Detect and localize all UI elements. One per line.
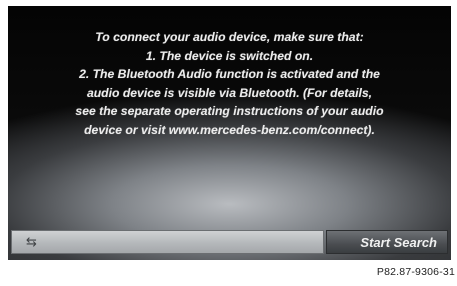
bottom-button-bar: ⇆ Start Search: [8, 230, 451, 254]
back-arrow-icon: ⇆: [26, 234, 37, 250]
instruction-line: 2. The Bluetooth Audio function is activ…: [79, 67, 380, 82]
instruction-line: device or visit www.mercedes-benz.com/co…: [84, 122, 375, 137]
figure-code: P82.87-9306-31: [376, 266, 455, 278]
instruction-line: see the separate operating instructions …: [75, 104, 384, 119]
display-screen: To connect your audio device, make sure …: [8, 6, 451, 260]
start-search-button[interactable]: Start Search: [326, 230, 448, 254]
instruction-line: 1. The device is switched on.: [145, 48, 314, 63]
back-button[interactable]: ⇆: [11, 230, 324, 254]
instruction-line: audio device is visible via Bluetooth. (…: [86, 85, 373, 100]
instruction-line: To connect your audio device, make sure …: [95, 30, 364, 44]
connection-instructions: To connect your audio device, make sure …: [18, 28, 441, 140]
start-search-label: Start Search: [360, 234, 437, 250]
